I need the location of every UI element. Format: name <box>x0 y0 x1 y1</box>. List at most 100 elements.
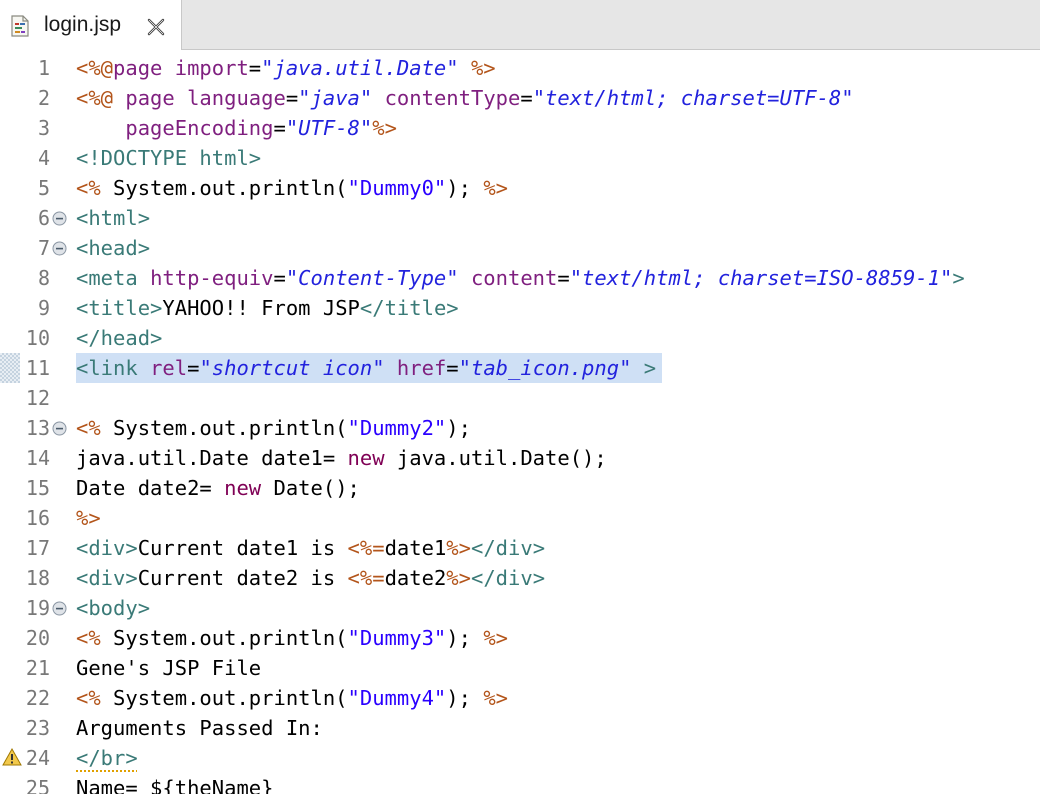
code-token: date1 <box>384 536 447 560</box>
line-number: 5 <box>37 176 50 200</box>
code-token: Current date2 is <box>137 566 348 590</box>
code-token: </title> <box>359 296 459 320</box>
code-token: "text/html; charset=ISO-8859-1" <box>569 266 953 290</box>
code-text: <%@ page language="java" contentType="te… <box>76 83 854 113</box>
code-token: <head> <box>76 236 151 260</box>
code-token: page import <box>113 56 249 80</box>
code-token: <title> <box>76 296 163 320</box>
code-line[interactable]: 16 %> <box>0 503 1040 533</box>
line-number: 20 <box>25 626 50 650</box>
code-line[interactable]: 6 <html> <box>0 203 1040 233</box>
code-line[interactable]: 25 Name= ${theName} <box>0 773 1040 794</box>
code-line[interactable]: 20 <% System.out.println("Dummy3"); %> <box>0 623 1040 653</box>
code-token: contentType <box>384 86 521 110</box>
code-text: <% System.out.println("Dummy3"); %> <box>76 623 508 653</box>
code-token: page language <box>125 86 286 110</box>
code-token: "UTF-8" <box>285 116 373 140</box>
line-number: 2 <box>37 86 50 110</box>
code-editor: login.jsp 1 <%@page import="java.util.Dat… <box>0 0 1040 794</box>
code-line[interactable]: 13 <% System.out.println("Dummy2"); <box>0 413 1040 443</box>
code-token: = <box>273 266 286 290</box>
code-text: <% System.out.println("Dummy0"); %> <box>76 173 508 203</box>
code-token: ); <box>446 416 471 440</box>
code-line[interactable]: 24 </br> <box>0 743 1040 773</box>
collapse-fold-icon[interactable] <box>52 211 67 226</box>
collapse-fold-icon[interactable] <box>52 241 67 256</box>
code-line[interactable]: 22 <% System.out.println("Dummy4"); %> <box>0 683 1040 713</box>
tab-title: login.jsp <box>44 13 122 36</box>
close-icon[interactable] <box>145 16 167 38</box>
code-text: Name= ${theName} <box>76 773 273 794</box>
code-token: = <box>520 86 533 110</box>
code-line[interactable]: 7 <head> <box>0 233 1040 263</box>
code-token: Name= ${theName} <box>76 776 274 794</box>
code-line[interactable]: 14 java.util.Date date1= new java.util.Da… <box>0 443 1040 473</box>
code-line[interactable]: 8 <meta http-equiv="Content-Type" content… <box>0 263 1040 293</box>
code-line[interactable]: 11 <link rel="shortcut icon" href="tab_ic… <box>0 353 1040 383</box>
code-line[interactable]: 1 <%@page import="java.util.Date" %> <box>0 53 1040 83</box>
code-line[interactable]: 18 <div>Current date2 is <%=date2%></div> <box>0 563 1040 593</box>
code-text: Date date2= new Date(); <box>76 473 360 503</box>
code-token: <%@ <box>76 86 114 110</box>
code-line[interactable]: 10 </head> <box>0 323 1040 353</box>
code-text: <!DOCTYPE html> <box>76 143 261 173</box>
code-text: <link rel="shortcut icon" href="tab_icon… <box>76 353 663 383</box>
code-token: <% <box>76 416 101 440</box>
line-number: 13 <box>25 416 50 440</box>
code-token: Arguments Passed In: <box>76 716 323 740</box>
code-line[interactable]: 21 Gene's JSP File <box>0 653 1040 683</box>
code-token: <div> <box>76 536 138 560</box>
code-token: <% <box>76 686 101 710</box>
code-line[interactable]: 3 pageEncoding="UTF-8"%> <box>0 113 1040 143</box>
code-text: <meta http-equiv="Content-Type" content=… <box>76 263 965 293</box>
code-line[interactable]: 9 <title>YAHOO!! From JSP</title> <box>0 293 1040 323</box>
code-token: = <box>248 56 262 80</box>
code-token: content <box>470 266 558 290</box>
code-token: "Dummy2" <box>347 416 447 440</box>
code-line[interactable]: 2 <%@ page language="java" contentType="t… <box>0 83 1040 113</box>
code-token: <html> <box>76 206 151 230</box>
code-token: Gene's JSP File <box>76 656 262 680</box>
code-token: %> <box>483 176 508 200</box>
code-token: "tab_icon.png" <box>458 356 632 380</box>
line-number: 9 <box>37 296 50 320</box>
code-line[interactable]: 15 Date date2= new Date(); <box>0 473 1040 503</box>
code-token: <body> <box>76 596 151 620</box>
code-token: %> <box>470 56 496 80</box>
code-text: <% System.out.println("Dummy2"); <box>76 413 471 443</box>
code-token: "java.util.Date" <box>261 56 459 80</box>
code-token: "Dummy3" <box>347 626 447 650</box>
code-line[interactable]: 17 <div>Current date1 is <%=date1%></div> <box>0 533 1040 563</box>
collapse-fold-icon[interactable] <box>52 421 67 436</box>
code-token: ); <box>446 686 484 710</box>
code-token: %> <box>483 686 508 710</box>
code-token: Date date2= <box>76 476 225 500</box>
code-line[interactable]: 12 <box>0 383 1040 413</box>
code-token: <% <box>76 176 101 200</box>
code-token: "java" <box>298 86 373 110</box>
code-text: </br> <box>76 743 138 773</box>
code-area[interactable]: 1 <%@page import="java.util.Date" %> 2 <%@ … <box>0 50 1040 794</box>
collapse-fold-icon[interactable] <box>52 601 67 616</box>
line-number: 23 <box>25 716 50 740</box>
code-line[interactable]: 5 <% System.out.println("Dummy0"); %> <box>0 173 1040 203</box>
code-line[interactable]: 23 Arguments Passed In: <box>0 713 1040 743</box>
code-token: "Dummy0" <box>347 176 447 200</box>
code-token: pageEncoding <box>125 116 274 140</box>
code-token: System.out.println( <box>100 686 348 710</box>
editor-tab-login-jsp[interactable]: login.jsp <box>0 0 182 50</box>
code-token: %> <box>76 506 101 530</box>
line-number: 10 <box>25 326 50 350</box>
line-number: 25 <box>25 776 50 794</box>
code-token: <%= <box>347 536 385 560</box>
code-line[interactable]: 4 <!DOCTYPE html> <box>0 143 1040 173</box>
line-number: 18 <box>25 566 50 590</box>
code-line[interactable]: 19 <body> <box>0 593 1040 623</box>
code-token: </head> <box>76 326 163 350</box>
code-token: <% <box>76 626 101 650</box>
